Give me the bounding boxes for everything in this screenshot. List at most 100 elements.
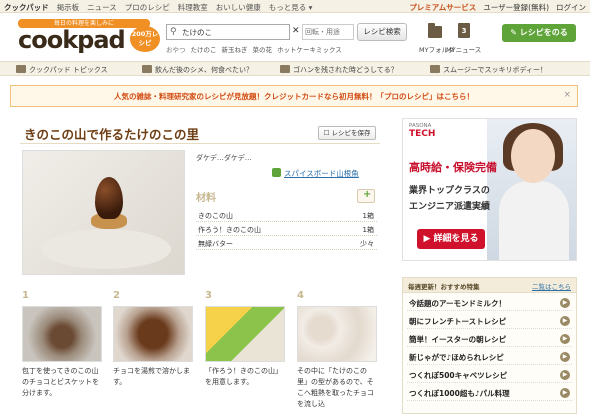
feature-header: 毎週更新！おすすめ特集 二覧はこちら — [403, 278, 576, 293]
save-recipe-button[interactable]: ☐ レシピを保存 — [318, 126, 376, 140]
ingredients-heading: 材料 — [196, 193, 216, 204]
feature-item[interactable]: 朝にフレンチトーストレシピ ▶ — [407, 314, 572, 329]
step-photo[interactable] — [205, 306, 285, 362]
chevron-right-icon: ▶ — [560, 388, 570, 398]
feature-more-link[interactable]: 二覧はこちら — [532, 281, 571, 291]
recipe-search-button[interactable]: レシピ検索 — [357, 23, 407, 41]
author-link[interactable]: スパイスボード山根魚 — [272, 168, 359, 179]
step-photo[interactable] — [113, 306, 193, 362]
chevron-right-icon: ▶ — [560, 316, 570, 326]
top-nav-oishii-kenko[interactable]: おいしい健康 — [216, 2, 261, 13]
feature-item-label: 簡単！イースターの朝レシピ — [409, 335, 507, 344]
ingredient-row: 無緑バター 少々 — [196, 236, 377, 250]
feature-item-label: 朝にフレンチトーストレシピ — [409, 317, 507, 326]
step-text: 包丁を使ってきのこの山のチョコとビスケットを分けます。 — [22, 367, 99, 397]
topic-icon — [430, 65, 440, 73]
topic-item[interactable]: ゴハンを残された時どうしてる？ — [280, 65, 398, 75]
step-text: 「作ろう！きのこの山」を用意します。 — [205, 367, 282, 386]
feature-panel: 毎週更新！おすすめ特集 二覧はこちら 今話題のアーモンドミルク！ ▶ 朝にフレンチ… — [402, 277, 577, 414]
promo-banner[interactable]: 人気の雑誌・料理研究家のレシピが見放題！クレジットカードなら初月無料！「プロのレ… — [10, 85, 578, 107]
recipe-description: ダケデ…ダケデ… — [196, 154, 252, 162]
feature-item[interactable]: つくれぽ1000超も♪パル料理 ▶ — [407, 386, 572, 401]
top-nav-pro-recipe[interactable]: プロのレシピ — [125, 2, 170, 13]
title-divider — [20, 143, 380, 144]
suggest-item[interactable]: 菜の花 — [253, 44, 273, 54]
step-text: その中に「たけのこの里」の型があるので、そこへ粗熱を取ったチョコを流し込 — [297, 367, 374, 408]
my-news-link[interactable]: MYニュース — [446, 44, 481, 54]
topics-bar: クックパッド トピックス 飲んだ後のシメ、何食べたい？ ゴハンを残された時どうし… — [0, 61, 590, 76]
feature-item-label: つくれぽ1000超も♪パル料理 — [409, 389, 510, 398]
folder-icon[interactable] — [428, 23, 442, 38]
ingredient-qty: 少々 — [360, 240, 374, 248]
feature-item[interactable]: つくれぽ500キャベツレシピ ▶ — [407, 368, 572, 383]
ingredients-table: きのこの山 1箱 作ろう！きのこの山 1箱 無緑バター 少々 — [196, 208, 377, 250]
suggest-item[interactable]: たけのこ — [191, 44, 217, 54]
feature-item[interactable]: 新じゃがで♪ほめられレシピ ▶ — [407, 350, 572, 365]
search-suggestions: おやつ たけのこ 新玉ねぎ 菜の花 ホットケーキミックス — [166, 44, 342, 54]
cookpad-logo[interactable]: cookpad — [18, 26, 126, 54]
save-recipe-label: レシピを保存 — [331, 129, 371, 137]
register-link[interactable]: ユーザー登録(無料) — [483, 2, 549, 13]
step-text: チョコを湯煎で溶かします。 — [113, 367, 190, 386]
ingredient-row: きのこの山 1箱 — [196, 208, 377, 222]
search-input[interactable] — [182, 26, 282, 38]
ad-banner[interactable]: PASONA TECH 高時給・保険完備 業界トップクラスの エンジニア派遣実績… — [402, 118, 577, 261]
ad-model-body — [499, 181, 569, 260]
suggest-item[interactable]: 新玉ねぎ — [222, 44, 248, 54]
top-nav-more[interactable]: もっと見る ▾ — [269, 2, 313, 13]
premium-service-link[interactable]: プレミアムサービス — [409, 2, 476, 13]
topic-label: ゴハンを残された時どうしてる？ — [293, 66, 398, 74]
chevron-right-icon: ▶ — [560, 334, 570, 344]
suggest-item[interactable]: ホットケーキミックス — [277, 44, 342, 54]
topic-icon — [142, 65, 152, 73]
top-nav-right: プレミアムサービス ユーザー登録(無料) ログイン — [409, 2, 586, 13]
step-photo[interactable] — [22, 306, 102, 362]
ad-model-face — [511, 129, 555, 183]
promo-message[interactable]: 人気の雑誌・料理研究家のレシピが見放題！クレジットカードなら初月無料！「プロのレ… — [11, 91, 577, 102]
ad-brand: TECH — [409, 129, 436, 139]
topic-item[interactable]: 飲んだ後のシメ、何食べたい？ — [142, 65, 253, 75]
exclude-input[interactable] — [305, 26, 353, 38]
top-nav-cookpad[interactable]: クックパッド — [4, 2, 49, 13]
top-nav-cooking-class[interactable]: 料理教室 — [178, 2, 208, 13]
topic-label: 飲んだ後のシメ、何食べたい？ — [155, 66, 253, 74]
ad-cta-button[interactable]: ▶ 詳細を見る — [417, 229, 485, 249]
post-recipe-button[interactable]: ✎ レシピをのる — [502, 24, 576, 42]
suggest-label[interactable]: おやつ — [166, 44, 186, 54]
top-nav: クックパッド 掲示板 ニュース プロのレシピ 料理教室 おいしい健康 もっと見る… — [0, 0, 590, 13]
step-number: 2 — [113, 290, 120, 301]
top-nav-links: クックパッド 掲示板 ニュース プロのレシピ 料理教室 おいしい健康 もっと見る… — [4, 2, 312, 13]
topic-label: クックパッド トピックス — [29, 66, 108, 74]
topic-item[interactable]: スムージーでスッキリボディー！ — [430, 65, 547, 75]
search-icon: ⚲ — [170, 27, 177, 37]
feature-item-label: 新じゃがで♪ほめられレシピ — [409, 353, 504, 362]
login-link[interactable]: ログイン — [556, 2, 586, 13]
photo-plate — [41, 229, 171, 269]
feature-item[interactable]: 簡単！イースターの朝レシピ ▶ — [407, 332, 572, 347]
top-nav-news[interactable]: ニュース — [87, 2, 117, 13]
feature-heading: 毎週更新！おすすめ特集 — [408, 283, 480, 291]
topic-item[interactable]: クックパッド トピックス — [16, 65, 108, 75]
feature-item-label: つくれぽ500キャベツレシピ — [409, 371, 508, 380]
search-box[interactable]: ⚲ — [166, 24, 290, 40]
ingredient-name: きのこの山 — [198, 212, 233, 220]
recipe-photo[interactable] — [22, 150, 185, 275]
photo-chocolate — [95, 177, 123, 219]
close-icon[interactable]: × — [563, 90, 571, 100]
topic-icon — [16, 65, 26, 73]
step-number: 4 — [297, 290, 304, 301]
recipe-count-badge: 200万レシピ — [130, 26, 160, 52]
top-nav-board[interactable]: 掲示板 — [57, 2, 80, 13]
exclude-field[interactable] — [302, 24, 354, 40]
ingredient-qty: 1箱 — [362, 212, 374, 220]
news-icon[interactable]: 3 — [458, 23, 470, 38]
feature-item[interactable]: 今話題のアーモンドミルク！ ▶ — [407, 296, 572, 311]
step-photo[interactable] — [297, 306, 377, 362]
recipe-title: きのこの山で作るたけのこの里 — [24, 127, 200, 142]
chevron-right-icon: ▶ — [560, 352, 570, 362]
add-to-list-icon[interactable] — [357, 189, 375, 203]
ad-line1: 業界トップクラスの — [409, 186, 490, 196]
topic-icon — [280, 65, 290, 73]
topic-label: スムージーでスッキリボディー！ — [443, 66, 547, 74]
clear-search-icon[interactable]: ✕ — [292, 26, 300, 36]
